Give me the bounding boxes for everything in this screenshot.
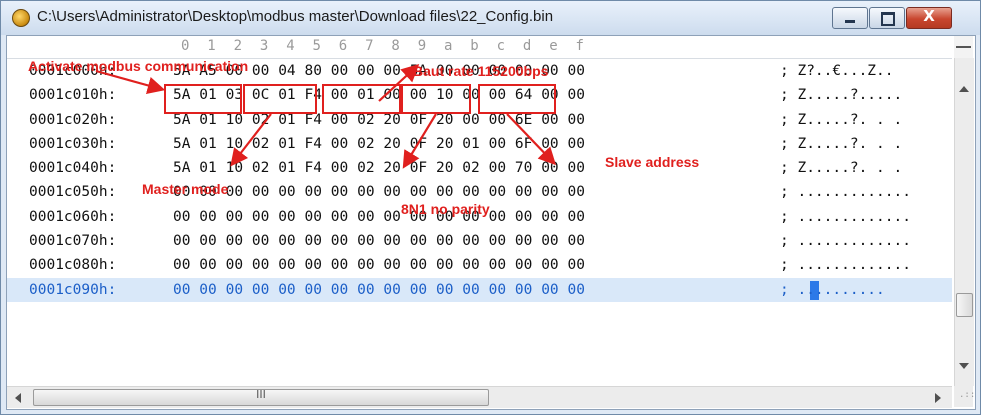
arrow-parity (402, 113, 437, 169)
hex-editor-window: C:\Users\Administrator\Desktop\modbus ma… (0, 0, 981, 415)
arrow-master (230, 113, 272, 167)
annotation-baud: Baut rate 115200bps (413, 63, 549, 79)
arrow-baud (378, 64, 420, 102)
annotation-master: Master mode (142, 181, 229, 197)
arrow-slave (506, 113, 557, 166)
annotation-slave: Slave address (605, 154, 700, 170)
annotation-parity: 8N1 no parity (401, 201, 490, 217)
annotation-activate: Activate modbus communication (28, 58, 249, 74)
